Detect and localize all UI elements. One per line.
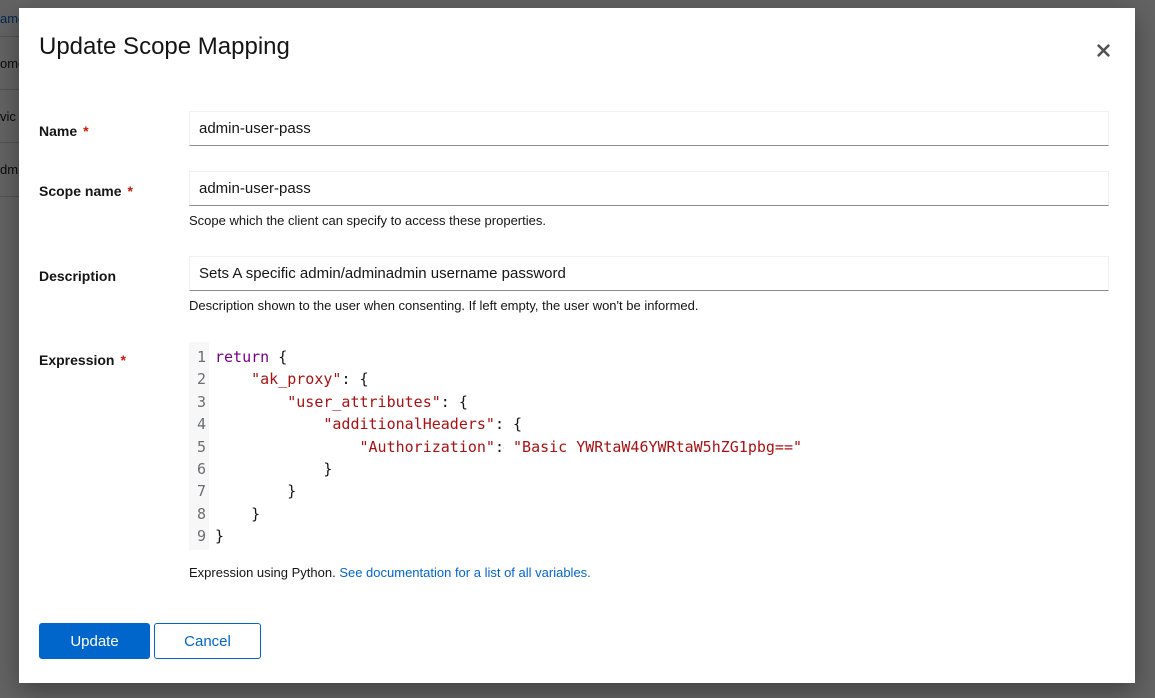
expression-row: Expression* 1 2 3 4 5 6 7 8 9 return { "… — [39, 342, 1111, 582]
description-input[interactable] — [189, 256, 1109, 291]
line-number: 3 — [189, 391, 209, 413]
close-icon — [1097, 44, 1110, 57]
line-number: 1 — [189, 346, 209, 368]
code-line: "ak_proxy": { — [215, 368, 802, 390]
code-line: return { — [215, 346, 802, 368]
name-row: Name* — [39, 111, 1111, 147]
line-number: 9 — [189, 525, 209, 547]
expression-label: Expression* — [39, 352, 126, 368]
scope-name-input[interactable] — [189, 171, 1109, 206]
expression-code-editor[interactable]: 1 2 3 4 5 6 7 8 9 return { "ak_proxy": {… — [189, 342, 839, 550]
scope-name-label: Scope name* — [39, 183, 133, 199]
code-line: } — [215, 503, 802, 525]
cancel-button[interactable]: Cancel — [154, 623, 261, 659]
required-indicator: * — [120, 352, 125, 368]
code-line: "Authorization": "Basic YWRtaW46YWRtaW5h… — [215, 436, 802, 458]
scope-name-helper: Scope which the client can specify to ac… — [189, 213, 546, 228]
description-label: Description — [39, 268, 116, 284]
documentation-link[interactable]: See documentation for a list of all vari… — [339, 565, 590, 580]
code-line: "user_attributes": { — [215, 391, 802, 413]
expression-helper: Expression using Python. See documentati… — [189, 565, 591, 580]
update-button[interactable]: Update — [39, 623, 150, 659]
code-line: } — [215, 480, 802, 502]
line-number: 5 — [189, 436, 209, 458]
code-line: } — [215, 525, 802, 547]
scope-name-row: Scope name* Scope which the client can s… — [39, 171, 1111, 231]
code-content: return { "ak_proxy": { "user_attributes"… — [215, 346, 802, 548]
close-button[interactable] — [1093, 40, 1113, 60]
name-label: Name* — [39, 123, 89, 139]
required-indicator: * — [83, 123, 88, 139]
description-helper: Description shown to the user when conse… — [189, 298, 699, 313]
line-number: 6 — [189, 458, 209, 480]
modal-title: Update Scope Mapping — [39, 33, 290, 61]
line-number: 8 — [189, 503, 209, 525]
line-number: 2 — [189, 368, 209, 390]
update-scope-mapping-modal: Update Scope Mapping Name* Scope name* S… — [19, 8, 1135, 683]
code-line: } — [215, 458, 802, 480]
name-input[interactable] — [189, 111, 1109, 146]
required-indicator: * — [127, 183, 132, 199]
description-row: Description Description shown to the use… — [39, 256, 1111, 316]
line-number: 4 — [189, 413, 209, 435]
line-number-gutter: 1 2 3 4 5 6 7 8 9 — [189, 342, 209, 550]
line-number: 7 — [189, 480, 209, 502]
code-line: "additionalHeaders": { — [215, 413, 802, 435]
